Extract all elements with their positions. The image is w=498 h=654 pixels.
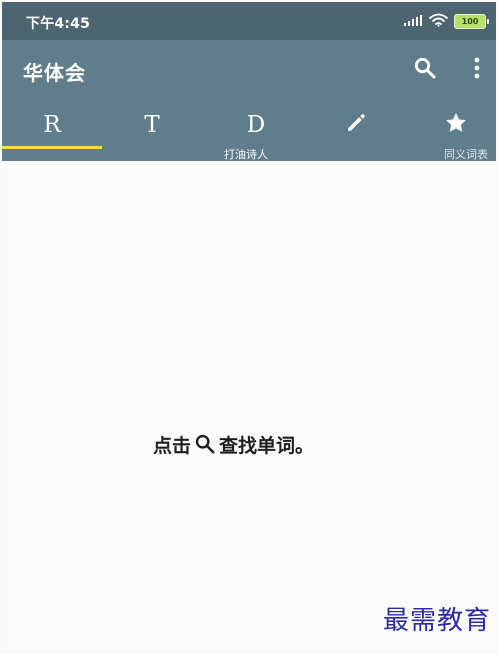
watermark: 最需教育 [382, 606, 491, 636]
tab-rhymes-label: R [43, 111, 61, 138]
status-time: 下午4:45 [26, 16, 91, 32]
wifi-icon [429, 12, 448, 31]
tab-thesaurus-label: T [144, 111, 160, 138]
subtab-synonym[interactable]: 同义词表 [444, 149, 488, 161]
more-vertical-icon [474, 57, 480, 83]
tab-edit[interactable] [306, 100, 406, 149]
tab-dictionary[interactable]: D [206, 100, 306, 149]
status-bar: 下午4:45 100 [2, 2, 496, 40]
tab-favorites[interactable] [406, 100, 496, 149]
search-icon [413, 56, 437, 84]
subtab-bar: 打油诗人 同义词表 [2, 149, 496, 161]
hint-suffix: 查找单词。 [219, 434, 315, 457]
app-bar: 华体会 [2, 40, 496, 100]
search-icon [193, 432, 217, 456]
app-screen: 下午4:45 100 华体会 R T D 打油诗人 同义词表 点击 查找单词。 … [2, 2, 496, 652]
tab-thesaurus[interactable]: T [102, 100, 202, 149]
tab-dictionary-label: D [246, 111, 266, 138]
status-icons: 100 [403, 11, 489, 31]
battery-icon: 100 [454, 13, 489, 29]
more-options-button[interactable] [462, 55, 492, 85]
main-content: 点击 查找单词。 最需教育 [2, 161, 496, 652]
signal-icon [403, 12, 423, 31]
tab-rhymes[interactable]: R [2, 100, 102, 149]
hint-prefix: 点击 [153, 434, 192, 457]
tab-bar: R T D [2, 100, 496, 149]
search-button[interactable] [410, 55, 440, 85]
search-hint: 点击 查找单词。 [153, 432, 315, 457]
subtab-poet[interactable]: 打油诗人 [224, 149, 268, 161]
app-title: 华体会 [23, 61, 86, 85]
pencil-icon [344, 110, 369, 139]
star-icon [443, 110, 469, 140]
